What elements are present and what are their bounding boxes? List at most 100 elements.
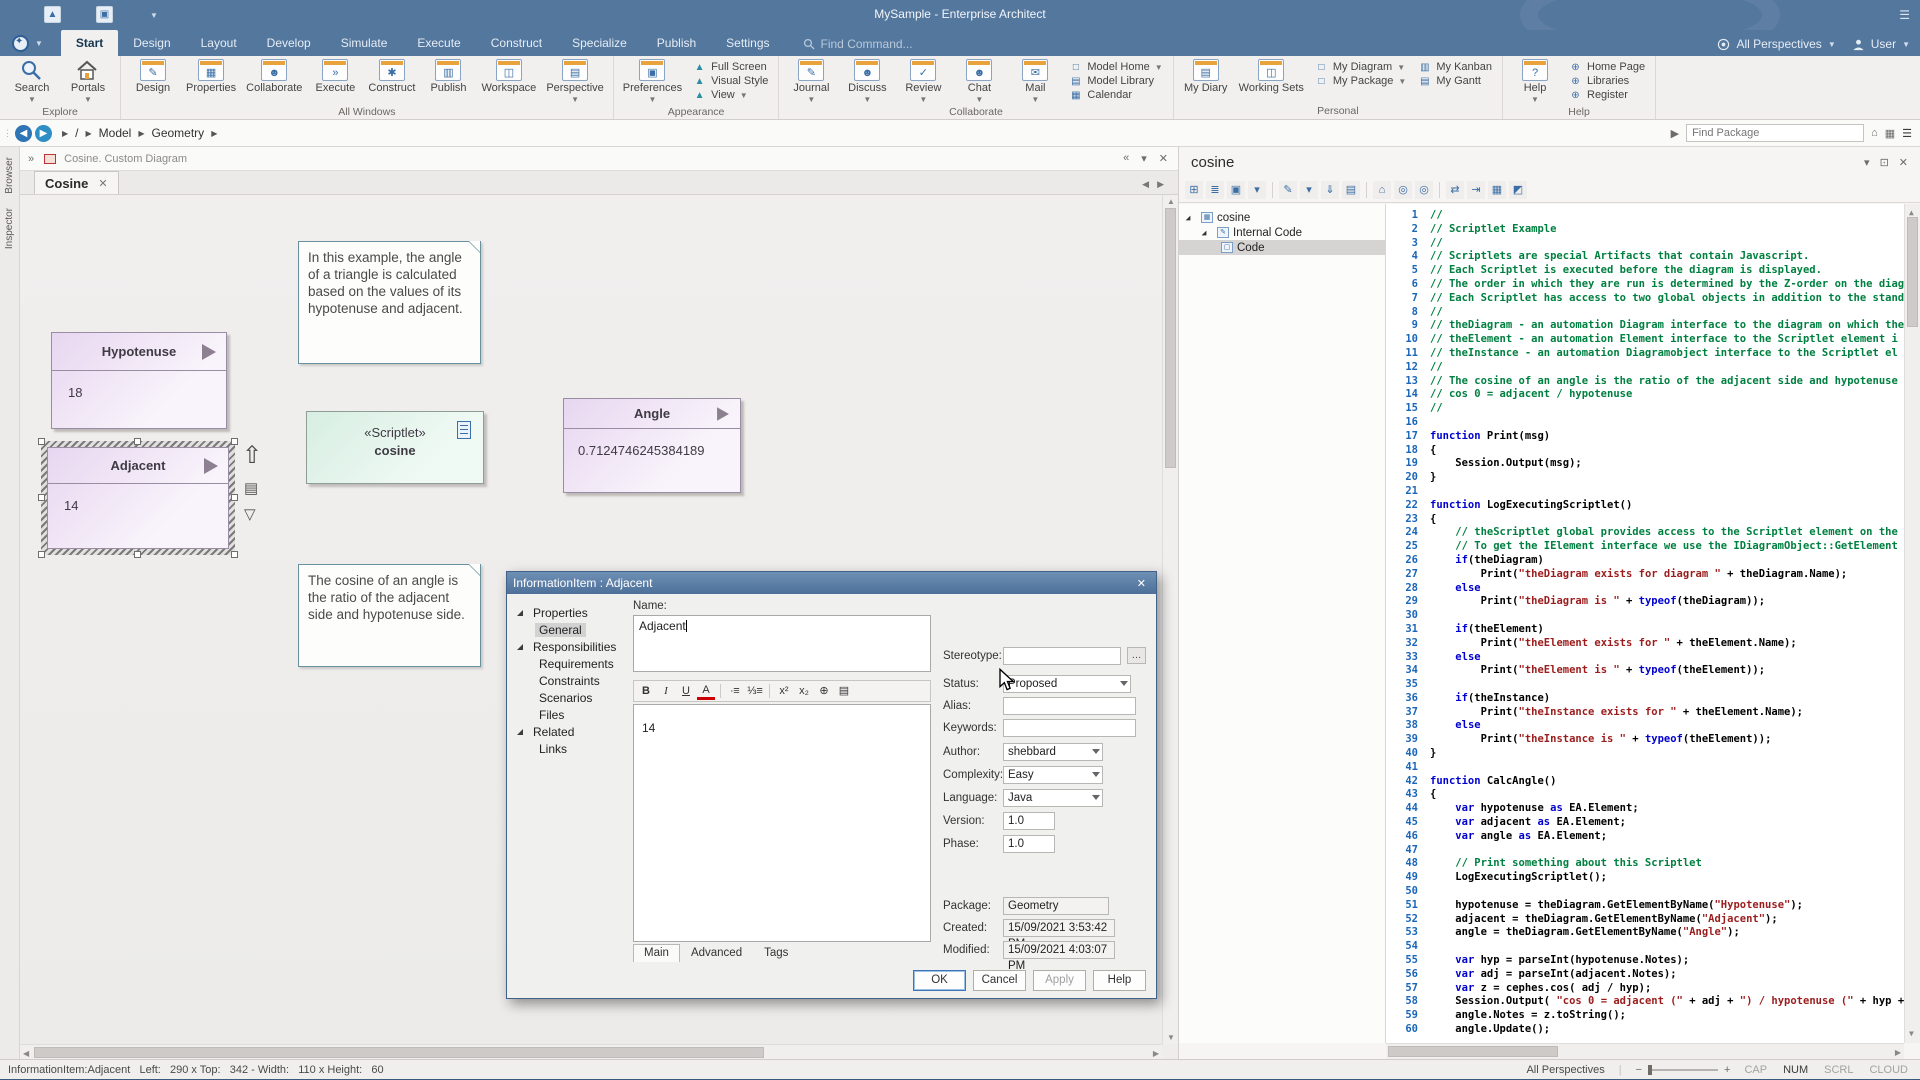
- notes-input[interactable]: 14: [633, 704, 931, 942]
- ribbon-tab-specialize[interactable]: Specialize: [557, 30, 642, 56]
- element-adjacent[interactable]: Adjacent 14: [47, 447, 229, 549]
- ribbon-tab-construct[interactable]: Construct: [476, 30, 557, 56]
- journal-button[interactable]: Journal▼: [783, 58, 839, 105]
- find-command[interactable]: Find Command...: [803, 37, 913, 51]
- dialog-tree-item-files[interactable]: Files: [513, 706, 631, 723]
- tab-scroll-left-icon[interactable]: ◀: [1142, 179, 1149, 190]
- colors-icon[interactable]: ◩: [1509, 181, 1527, 199]
- element-scriptlet[interactable]: «Scriptlet» cosine: [306, 411, 484, 484]
- find-package-input[interactable]: [1686, 124, 1864, 142]
- subscript-button[interactable]: x₂: [795, 682, 813, 700]
- register-button[interactable]: ⊕Register: [1569, 89, 1645, 101]
- my-diary-button[interactable]: My Diary: [1178, 58, 1234, 95]
- superscript-button[interactable]: x²: [775, 682, 793, 700]
- font-color-button[interactable]: A: [697, 683, 715, 700]
- note-element-top[interactable]: In this example, the angle of a triangle…: [298, 241, 481, 364]
- my-package-button[interactable]: □My Package▼: [1315, 75, 1406, 87]
- properties-button[interactable]: Properties: [181, 58, 241, 95]
- review-button[interactable]: Review▼: [895, 58, 951, 105]
- code-editor[interactable]: 1//2// Scriptlet Example3//4// Scriptlet…: [1386, 204, 1920, 1043]
- ribbon-tab-design[interactable]: Design: [118, 30, 185, 56]
- ribbon-tab-layout[interactable]: Layout: [186, 30, 252, 56]
- element-hypotenuse[interactable]: Hypotenuse 18: [51, 332, 227, 429]
- dialog-tab-tags[interactable]: Tags: [753, 944, 799, 962]
- field-version-[interactable]: 1.0: [1003, 812, 1055, 830]
- expander-icon[interactable]: [517, 644, 523, 650]
- expander-icon[interactable]: [1186, 215, 1191, 220]
- bullet-list-button[interactable]: ∙≡: [726, 682, 744, 700]
- indent-icon[interactable]: ⇥: [1467, 181, 1485, 199]
- dropdown-icon[interactable]: [1092, 795, 1100, 800]
- breadcrumb--[interactable]: /: [75, 126, 78, 140]
- status-perspective[interactable]: All Perspectives: [1526, 1064, 1604, 1076]
- field-complexity-[interactable]: Easy: [1003, 766, 1103, 784]
- package-search-icon[interactable]: ⌂: [1871, 127, 1878, 139]
- field-created-[interactable]: 15/09/2021 3:53:42 PM: [1003, 919, 1115, 937]
- dropdown-icon[interactable]: ▾: [1248, 181, 1266, 199]
- grip-handle[interactable]: ⋮: [3, 128, 11, 139]
- scroll-right-icon[interactable]: ▶: [1153, 1049, 1159, 1058]
- expander-icon[interactable]: [517, 610, 523, 616]
- edit-dropdown-icon[interactable]: ▾: [1300, 181, 1318, 199]
- user-menu[interactable]: User: [1871, 37, 1896, 51]
- visual-style-button[interactable]: ▲Visual Style: [693, 75, 768, 87]
- underline-button[interactable]: U: [677, 682, 695, 700]
- canvas-vscrollbar[interactable]: ▲ ▼: [1162, 195, 1178, 1044]
- note-element-bottom[interactable]: The cosine of an angle is the ratio of t…: [298, 564, 481, 667]
- nav-forward-button[interactable]: ▶: [35, 125, 52, 142]
- code-tree-item-internal-code[interactable]: ✎Internal Code: [1179, 225, 1385, 240]
- ribbon-tab-simulate[interactable]: Simulate: [326, 30, 403, 56]
- zoom-knob[interactable]: [1648, 1065, 1652, 1075]
- dock-tab-browser[interactable]: Browser: [4, 157, 15, 194]
- pin-left-icon[interactable]: «: [1123, 152, 1129, 165]
- dialog-tab-main[interactable]: Main: [633, 944, 680, 962]
- libraries-button[interactable]: ⊕Libraries: [1569, 75, 1645, 87]
- ellipsis-button[interactable]: …: [1127, 647, 1146, 664]
- code-tree-item-code[interactable]: ▢Code: [1179, 240, 1385, 255]
- resize-handle[interactable]: [231, 494, 238, 501]
- nav-back-button[interactable]: ◀: [15, 125, 32, 142]
- scroll-right-icon[interactable]: ▶: [1895, 1048, 1901, 1057]
- quicklink-up-arrow-icon[interactable]: ⇧: [242, 441, 262, 470]
- numbered-list-button[interactable]: ⅓≡: [746, 682, 764, 700]
- grid-icon[interactable]: ▦: [1885, 127, 1895, 140]
- field-stereotype-[interactable]: [1003, 647, 1121, 665]
- hamburger-icon[interactable]: ☰: [1899, 8, 1910, 22]
- field-package-[interactable]: Geometry: [1003, 897, 1109, 915]
- tab-cosine[interactable]: Cosine ✕: [34, 171, 119, 194]
- resize-handle[interactable]: [38, 438, 45, 445]
- dialog-tree-item-requirements[interactable]: Requirements: [513, 655, 631, 672]
- view-button[interactable]: ▲View▼: [693, 89, 768, 101]
- quicklink-layers-icon[interactable]: ▤: [244, 479, 258, 497]
- perspectives-selector[interactable]: All Perspectives: [1736, 37, 1821, 51]
- resize-handle[interactable]: [231, 438, 238, 445]
- swap-icon[interactable]: ⇄: [1446, 181, 1464, 199]
- full-screen-button[interactable]: ▲Full Screen: [693, 61, 768, 73]
- execute-button[interactable]: Execute: [307, 58, 363, 95]
- field-alias-[interactable]: [1003, 697, 1136, 715]
- grid-icon[interactable]: ▦: [1488, 181, 1506, 199]
- breadcrumb-geometry[interactable]: Geometry: [152, 126, 205, 140]
- field-status-[interactable]: Proposed: [1003, 675, 1131, 693]
- ribbon-tab-execute[interactable]: Execute: [402, 30, 475, 56]
- scroll-down-icon[interactable]: ▼: [1167, 1033, 1175, 1042]
- preferences-button[interactable]: Preferences▼: [618, 58, 687, 105]
- ribbon-tab-settings[interactable]: Settings: [711, 30, 784, 56]
- scroll-thumb[interactable]: [1165, 208, 1176, 468]
- my-gantt-button[interactable]: ▤My Gantt: [1418, 75, 1492, 87]
- home-page-button[interactable]: ⊕Home Page: [1569, 61, 1645, 73]
- dialog-tree-item-related[interactable]: Related: [513, 723, 631, 740]
- model-home-button[interactable]: □Model Home▼: [1069, 61, 1162, 73]
- ribbon-tab-start[interactable]: Start: [61, 30, 118, 56]
- field-phase-[interactable]: 1.0: [1003, 835, 1055, 853]
- tab-scroll-right-icon[interactable]: ▶: [1157, 179, 1164, 190]
- construct-button[interactable]: Construct: [363, 58, 420, 95]
- panel-dropdown-icon[interactable]: ▾: [1864, 156, 1870, 169]
- cancel-button[interactable]: Cancel: [973, 970, 1026, 991]
- dropdown-icon[interactable]: [1092, 772, 1100, 777]
- perspective-button[interactable]: Perspective▼: [541, 58, 608, 105]
- zoom-in-icon[interactable]: +: [1724, 1064, 1730, 1076]
- code-hscrollbar[interactable]: ▶: [1386, 1043, 1904, 1059]
- dialog-tab-advanced[interactable]: Advanced: [680, 944, 753, 962]
- scroll-thumb[interactable]: [1907, 217, 1918, 327]
